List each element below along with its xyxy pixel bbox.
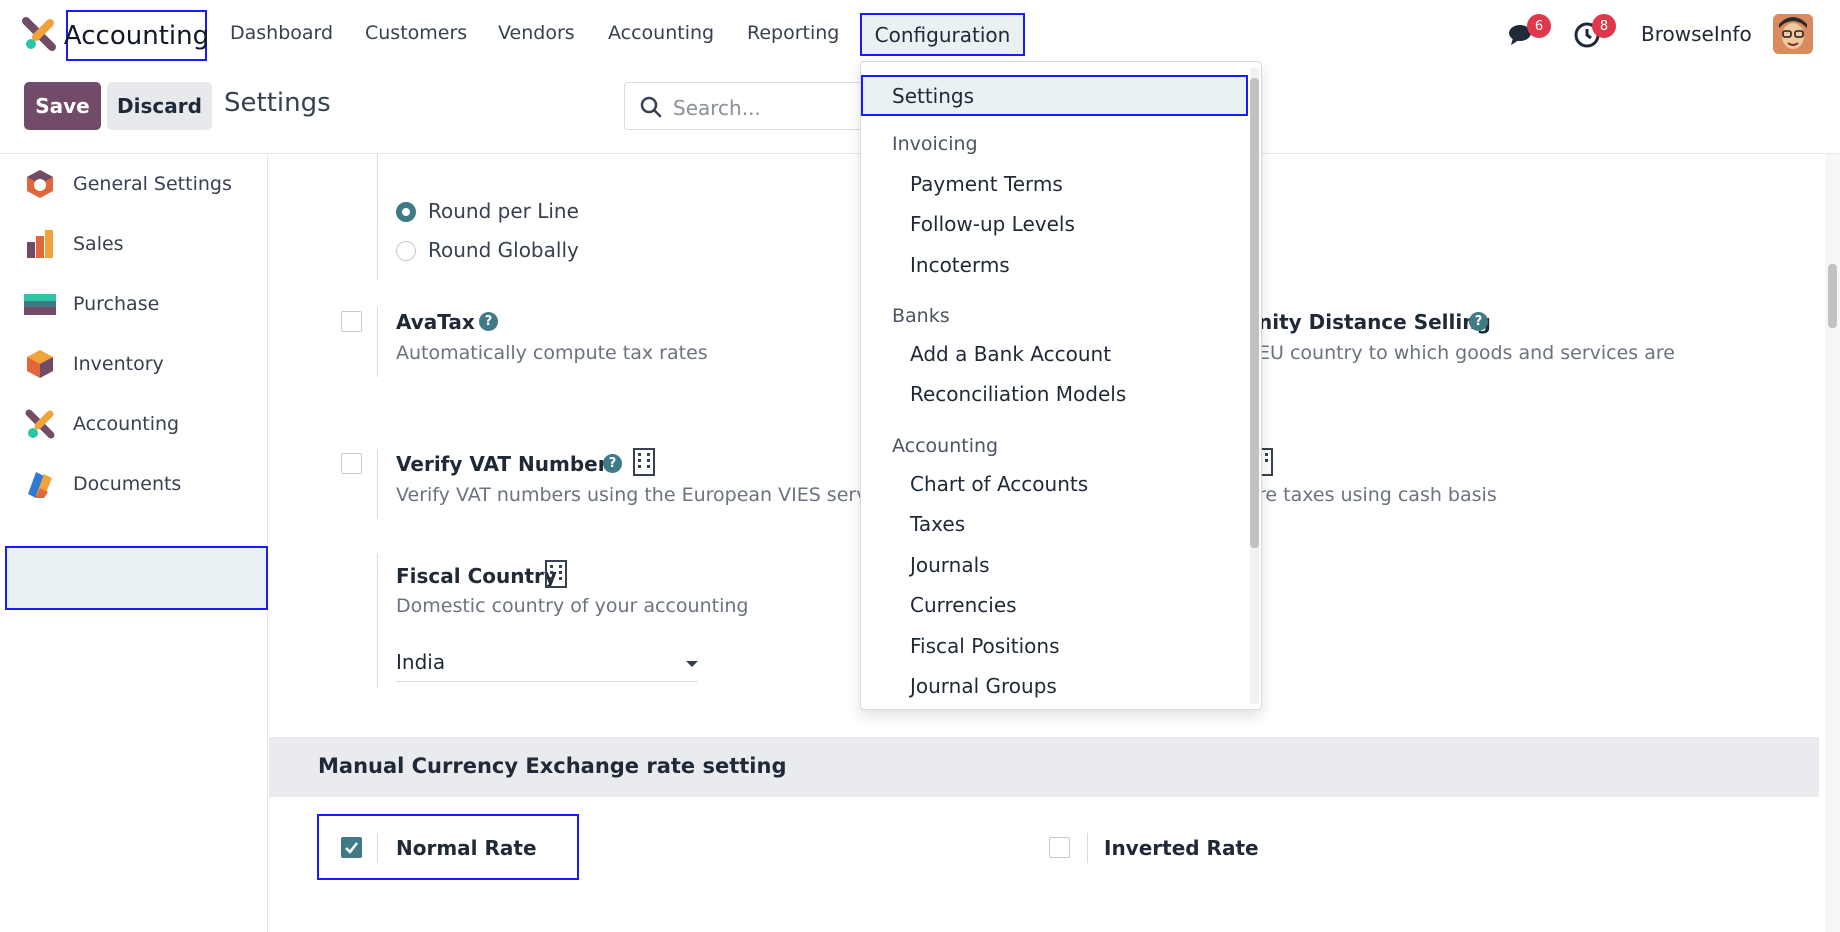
accounting-app-icon[interactable] — [22, 17, 56, 51]
dropdown-item-taxes[interactable]: Taxes — [910, 512, 965, 536]
sidebar-item-label: General Settings — [73, 173, 232, 195]
dropdown-item-journal-groups[interactable]: Journal Groups — [910, 674, 1057, 698]
messages-badge: 6 — [1527, 14, 1551, 38]
inventory-icon — [27, 350, 53, 378]
fiscal-country-description: Domestic country of your accounting — [396, 595, 749, 617]
chevron-down-icon — [686, 661, 698, 667]
page-scrollbar-thumb[interactable] — [1828, 264, 1837, 328]
help-icon[interactable]: ? — [479, 312, 498, 331]
sidebar-item-sales[interactable]: Sales — [0, 214, 268, 274]
eu-distance-selling-label: nity Distance Selling — [1258, 310, 1491, 334]
user-avatar[interactable] — [1773, 14, 1813, 54]
divider — [377, 154, 378, 280]
menu-configuration[interactable]: Configuration — [860, 13, 1025, 56]
sidebar-active-highlight — [5, 546, 268, 610]
company-switcher[interactable]: BrowseInfo — [1641, 22, 1752, 46]
sidebar-item-purchase[interactable]: Purchase — [0, 274, 268, 334]
configuration-dropdown: Settings Invoicing Payment Terms Follow-… — [860, 61, 1262, 710]
round-per-line-radio[interactable] — [396, 202, 416, 222]
verify-vat-description: Verify VAT numbers using the European VI… — [396, 484, 868, 506]
company-building-icon — [633, 448, 655, 476]
fiscal-country-select[interactable]: India — [396, 646, 698, 682]
menu-vendors[interactable]: Vendors — [498, 22, 575, 44]
section-header: Manual Currency Exchange rate setting — [269, 737, 1819, 797]
page-scrollbar[interactable] — [1825, 154, 1840, 932]
dropdown-item-incoterms[interactable]: Incoterms — [910, 253, 1010, 277]
inverted-rate-label: Inverted Rate — [1104, 836, 1259, 860]
divider — [1087, 833, 1088, 863]
cash-basis-description: re taxes using cash basis — [1258, 484, 1497, 506]
divider — [377, 449, 378, 519]
search-icon — [640, 96, 662, 118]
dropdown-header-accounting: Accounting — [892, 435, 999, 457]
dropdown-item-currencies[interactable]: Currencies — [910, 593, 1017, 617]
dropdown-item-add-bank-account[interactable]: Add a Bank Account — [910, 342, 1111, 366]
sidebar-item-inventory[interactable]: Inventory — [0, 334, 268, 394]
dropdown-item-chart-of-accounts[interactable]: Chart of Accounts — [910, 472, 1088, 496]
documents-icon — [28, 472, 52, 498]
sidebar-item-label: Documents — [73, 473, 182, 495]
avatax-label: AvaTax — [396, 310, 475, 334]
dropdown-header-invoicing: Invoicing — [892, 133, 978, 155]
sidebar-item-documents[interactable]: Documents — [0, 454, 268, 514]
accounting-icon — [25, 409, 55, 439]
checkmark-icon — [345, 842, 358, 854]
dropdown-item-settings[interactable]: Settings — [861, 75, 1248, 116]
divider — [377, 833, 378, 863]
dropdown-scrollbar-thumb[interactable] — [1250, 78, 1259, 548]
round-globally-label: Round Globally — [428, 238, 579, 262]
fiscal-country-label: Fiscal Country — [396, 564, 557, 588]
divider — [377, 307, 378, 377]
page-title: Settings — [224, 88, 331, 118]
menu-dashboard[interactable]: Dashboard — [230, 22, 333, 44]
search-placeholder: Search... — [673, 96, 761, 120]
dropdown-scrollbar[interactable] — [1250, 68, 1259, 704]
normal-rate-label: Normal Rate — [396, 836, 537, 860]
dropdown-header-banks: Banks — [892, 305, 950, 327]
sidebar-item-general-settings[interactable]: General Settings — [0, 154, 268, 214]
dropdown-item-follow-up-levels[interactable]: Follow-up Levels — [910, 212, 1075, 236]
menu-customers[interactable]: Customers — [365, 22, 467, 44]
normal-rate-checkbox[interactable] — [341, 837, 362, 858]
sidebar-item-label: Inventory — [73, 353, 164, 375]
activities-badge: 8 — [1592, 14, 1616, 38]
verify-vat-label: Verify VAT Numbers — [396, 452, 620, 476]
inverted-rate-checkbox[interactable] — [1049, 837, 1070, 858]
purchase-icon — [24, 294, 56, 315]
dropdown-item-label: Settings — [892, 84, 975, 108]
help-icon[interactable]: ? — [603, 454, 622, 473]
dropdown-item-payment-terms[interactable]: Payment Terms — [910, 172, 1063, 196]
eu-distance-selling-description: EU country to which goods and services a… — [1258, 342, 1675, 364]
search-input[interactable]: Search... — [624, 82, 864, 130]
round-globally-radio[interactable] — [396, 241, 416, 261]
avatax-checkbox[interactable] — [341, 311, 362, 332]
app-title[interactable]: Accounting — [64, 10, 209, 61]
sidebar-item-label: Purchase — [73, 293, 160, 315]
round-per-line-label: Round per Line — [428, 199, 579, 223]
dropdown-item-fiscal-positions[interactable]: Fiscal Positions — [910, 634, 1059, 658]
avatax-description: Automatically compute tax rates — [396, 342, 708, 364]
menu-accounting[interactable]: Accounting — [608, 22, 714, 44]
section-title: Manual Currency Exchange rate setting — [318, 754, 787, 778]
dropdown-item-reconciliation-models[interactable]: Reconciliation Models — [910, 382, 1126, 406]
sidebar-item-accounting[interactable]: Accounting — [0, 394, 268, 454]
company-building-icon — [545, 560, 567, 588]
menu-reporting[interactable]: Reporting — [747, 22, 839, 44]
discard-button[interactable]: Discard — [107, 82, 212, 130]
sales-icon — [27, 230, 53, 258]
general-settings-icon — [27, 170, 53, 198]
sidebar-item-label: Sales — [73, 233, 124, 255]
help-icon[interactable]: ? — [1469, 312, 1488, 331]
divider — [377, 554, 378, 688]
fiscal-country-value: India — [396, 650, 446, 674]
sidebar-item-label: Accounting — [73, 413, 180, 435]
save-button[interactable]: Save — [24, 82, 101, 130]
top-navbar: Accounting Dashboard Customers Vendors A… — [0, 0, 1840, 70]
settings-sidebar: General Settings Sales Purchase Inventor… — [0, 154, 268, 932]
verify-vat-checkbox[interactable] — [341, 453, 362, 474]
dropdown-item-journals[interactable]: Journals — [910, 553, 990, 577]
